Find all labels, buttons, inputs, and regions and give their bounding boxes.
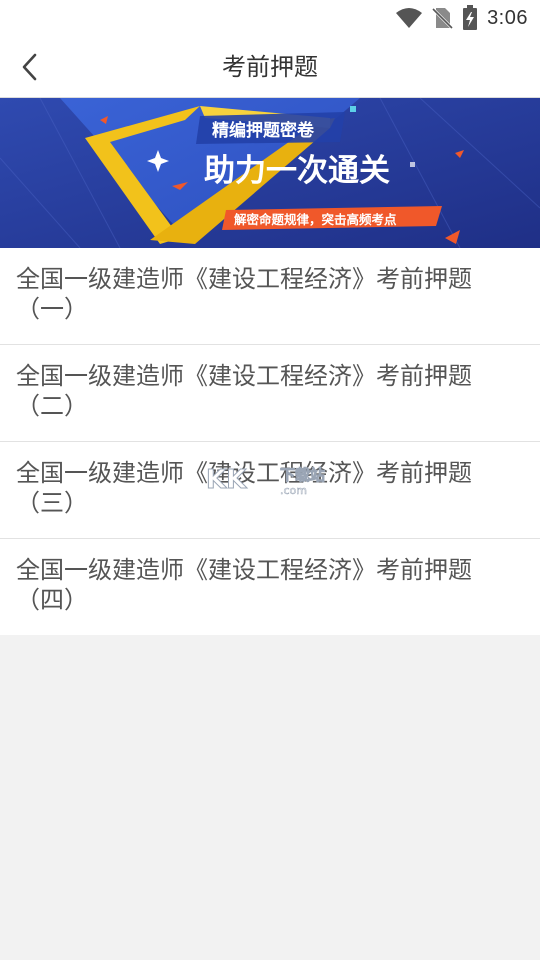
list-item-title: 全国一级建造师《建设工程经济》考前押题（四） [16,556,472,614]
back-button[interactable] [10,46,50,88]
status-bar: 3:06 [0,0,540,36]
list-item[interactable]: 全国一级建造师《建设工程经济》考前押题（三） [0,442,540,539]
list-item[interactable]: 全国一级建造师《建设工程经济》考前押题（四） [0,539,540,635]
app-bar: 考前押题 [0,36,540,98]
list-item[interactable]: 全国一级建造师《建设工程经济》考前押题（一） [0,248,540,345]
chevron-left-icon [22,53,37,81]
banner-headline-large: 助力一次通关 [204,153,390,189]
banner-headline-small: 精编押题密卷 [212,120,315,141]
status-time: 3:06 [487,6,528,29]
list-item[interactable]: 全国一级建造师《建设工程经济》考前押题（二） [0,345,540,442]
exam-list: 全国一级建造师《建设工程经济》考前押题（一） 全国一级建造师《建设工程经济》考前… [0,248,540,635]
list-item-title: 全国一级建造师《建设工程经济》考前押题（二） [16,362,472,420]
page-title: 考前押题 [222,53,318,81]
no-sim-icon [432,7,454,30]
battery-charging-icon [463,5,478,30]
promo-banner[interactable]: 精编押题密卷 助力一次通关 解密命题规律，突击高频考点 [0,98,540,248]
status-icons: 3:06 [395,5,528,31]
banner-graphic: 精编押题密卷 助力一次通关 解密命题规律，突击高频考点 [0,98,540,248]
wifi-icon [396,8,423,28]
list-item-title: 全国一级建造师《建设工程经济》考前押题（一） [16,265,472,323]
banner-tagline: 解密命题规律，突击高频考点 [234,212,397,227]
list-item-title: 全国一级建造师《建设工程经济》考前押题（三） [16,459,472,517]
